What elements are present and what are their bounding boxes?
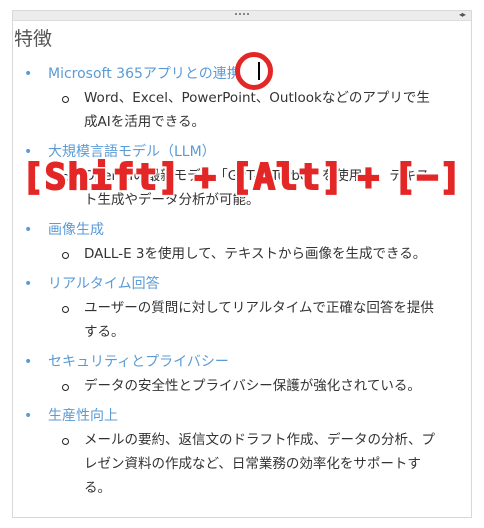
heading-text[interactable]: 生産性向上 (48, 408, 118, 424)
circle-bullet-icon (62, 438, 69, 445)
outline-section: • セキュリティとプライバシー データの安全性とプライバシー保護が強化されている… (14, 350, 446, 398)
outline-section: • 画像生成 DALL-E 3を使用して、テキストから画像を生成できる。 (14, 218, 446, 266)
outline-detail[interactable]: データの安全性とプライバシー保護が強化されている。 (14, 374, 446, 398)
drag-handle-icon[interactable] (235, 13, 249, 15)
outline-detail[interactable]: ユーザーの質問に対してリアルタイムで正確な回答を提供する。 (14, 296, 446, 344)
outline-section: • Microsoft 365アプリとの連携 Word、Excel、PowerP… (14, 62, 446, 134)
outline-heading[interactable]: • リアルタイム回答 (14, 272, 446, 296)
container-drag-bar[interactable]: ◂▸ (13, 10, 471, 21)
circle-bullet-icon (62, 384, 69, 391)
outline-detail[interactable]: DALL-E 3を使用して、テキストから画像を生成できる。 (14, 242, 446, 266)
shift-key-label: [Shift] (21, 156, 181, 199)
alt-key-label: [Alt] (230, 156, 345, 199)
outline-detail[interactable]: メールの要約、返信文のドラフト作成、データの分析、プレゼン資料の作成など、日常業… (14, 428, 446, 500)
resize-arrows-icon[interactable]: ◂▸ (459, 10, 466, 20)
heading-text[interactable]: Microsoft 365アプリとの連携 (48, 66, 241, 82)
detail-text[interactable]: ユーザーの質問に対してリアルタイムで正確な回答を提供する。 (84, 300, 434, 340)
circle-bullet-icon (62, 306, 69, 313)
outline-section: • リアルタイム回答 ユーザーの質問に対してリアルタイムで正確な回答を提供する。 (14, 272, 446, 344)
outline-heading[interactable]: • 画像生成 (14, 218, 446, 242)
outline-heading[interactable]: • Microsoft 365アプリとの連携 (14, 62, 446, 86)
bullet-icon: • (24, 222, 33, 238)
circle-bullet-icon (62, 252, 69, 259)
outline-heading[interactable]: • セキュリティとプライバシー (14, 350, 446, 374)
highlight-circle (235, 52, 273, 90)
outline-heading[interactable]: • 生産性向上 (14, 404, 446, 428)
plus-sign: + (193, 156, 218, 199)
detail-text[interactable]: Word、Excel、PowerPoint、Outlookなどのアプリで生成AI… (84, 90, 430, 130)
heading-text[interactable]: 画像生成 (48, 222, 104, 238)
bullet-icon: • (24, 66, 33, 82)
detail-text[interactable]: データの安全性とプライバシー保護が強化されている。 (84, 378, 421, 394)
outline-detail[interactable]: Word、Excel、PowerPoint、Outlookなどのアプリで生成AI… (14, 86, 446, 134)
minus-key-label: [−] (393, 156, 462, 199)
bullet-icon: • (24, 354, 33, 370)
outline-section: • 生産性向上 メールの要約、返信文のドラフト作成、データの分析、プレゼン資料の… (14, 404, 446, 500)
heading-text[interactable]: リアルタイム回答 (48, 276, 160, 292)
detail-text[interactable]: メールの要約、返信文のドラフト作成、データの分析、プレゼン資料の作成など、日常業… (84, 432, 435, 496)
circle-bullet-icon (62, 96, 69, 103)
plus-sign: + (357, 156, 381, 199)
bullet-icon: • (24, 276, 33, 292)
detail-text[interactable]: DALL-E 3を使用して、テキストから画像を生成できる。 (84, 246, 426, 262)
bullet-icon: • (24, 408, 33, 424)
outline-content[interactable]: 特徴 • Microsoft 365アプリとの連携 Word、Excel、Pow… (14, 26, 446, 506)
keyboard-shortcut-overlay: [Shift] + [Alt] + [−] (21, 150, 462, 204)
page-title[interactable]: 特徴 (14, 26, 446, 52)
heading-text[interactable]: セキュリティとプライバシー (48, 354, 229, 370)
